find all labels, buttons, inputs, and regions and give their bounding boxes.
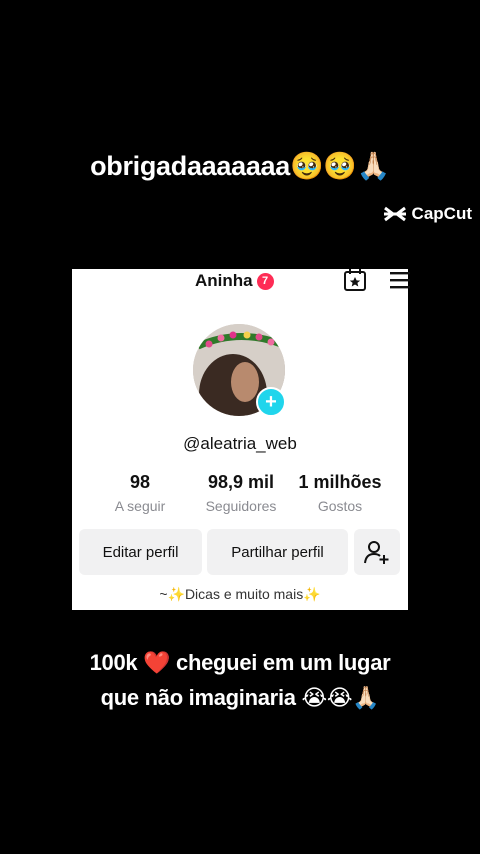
bottom-caption: 100k ❤️ cheguei em um lugar que não imag… <box>0 645 480 715</box>
edit-profile-button[interactable]: Editar perfil <box>79 529 202 575</box>
calendar-star-icon[interactable] <box>343 269 367 291</box>
stat-following-label: A seguir <box>114 498 166 514</box>
profile-screenshot: Aninha 7 + @aleatria_web 98 A seguir 98,… <box>72 269 410 610</box>
profile-bio: ~✨Dicas e muito mais✨ <box>159 586 321 602</box>
profile-top-bar: Aninha 7 <box>72 269 410 293</box>
add-story-plus-icon[interactable]: + <box>256 387 286 417</box>
hamburger-menu-icon[interactable] <box>390 271 410 289</box>
stat-likes-label: Gostos <box>317 498 363 514</box>
stat-likes[interactable]: 1 milhões Gostos <box>294 472 386 514</box>
bottom-caption-line-2: que não imaginaria 😭😭🙏🏻 <box>100 685 380 710</box>
stat-following[interactable]: 98 A seguir <box>100 472 180 514</box>
stat-followers[interactable]: 98,9 mil Seguidores <box>196 472 286 514</box>
bottom-caption-line-1: 100k ❤️ cheguei em um lugar <box>89 650 391 675</box>
profile-name: Aninha <box>195 271 253 290</box>
top-caption: obrigadaaaaaaa🥹🥹🙏🏻 <box>90 151 390 181</box>
profile-name-switcher[interactable]: Aninha 7 <box>195 271 274 291</box>
stat-following-value: 98 <box>129 472 151 492</box>
capcut-label: CapCut <box>411 204 472 223</box>
add-friend-button[interactable] <box>354 529 400 575</box>
share-profile-button[interactable]: Partilhar perfil <box>207 529 348 575</box>
add-person-icon <box>364 541 389 564</box>
profile-stats: 98 A seguir 98,9 mil Seguidores 1 milhõe… <box>72 472 408 520</box>
notification-badge: 7 <box>256 272 274 290</box>
profile-handle: @aleatria_web <box>183 434 297 453</box>
capcut-logo-icon <box>383 206 406 222</box>
capcut-watermark: CapCut <box>383 204 472 224</box>
stat-likes-value: 1 milhões <box>298 472 382 492</box>
stat-followers-label: Seguidores <box>205 498 277 514</box>
stat-followers-value: 98,9 mil <box>207 472 275 492</box>
avatar-container[interactable]: + <box>193 324 287 418</box>
